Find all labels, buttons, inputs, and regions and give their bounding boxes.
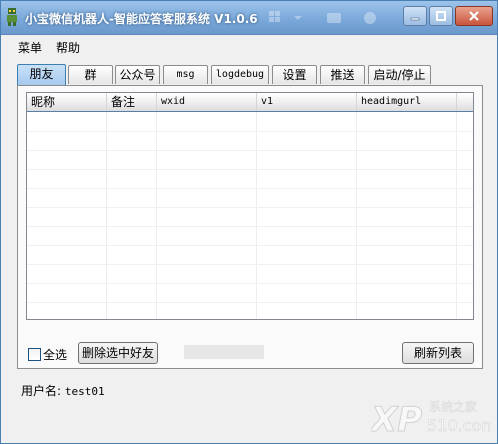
- grid-line: [106, 112, 107, 319]
- tab-groups[interactable]: 群: [68, 65, 113, 84]
- row-separator: [27, 150, 473, 151]
- skin-icon: [327, 13, 341, 23]
- close-icon: [469, 11, 479, 21]
- column-v1[interactable]: v1: [257, 93, 357, 111]
- delete-selected-friends-button[interactable]: 删除选中好友: [78, 342, 158, 364]
- column-wxid[interactable]: wxid: [157, 93, 257, 111]
- maximize-icon: [436, 11, 446, 21]
- friend-list[interactable]: 昵称 备注 wxid v1 headimgurl: [26, 92, 474, 320]
- row-separator: [27, 131, 473, 132]
- tab-msg[interactable]: msg: [163, 65, 208, 84]
- friends-panel: 昵称 备注 wxid v1 headimgurl 全选 删除选中好友 刷新列表: [17, 85, 483, 369]
- minimize-button[interactable]: [403, 6, 427, 26]
- row-separator: [27, 169, 473, 170]
- row-separator: [27, 207, 473, 208]
- row-separator: [27, 302, 473, 303]
- tab-friends[interactable]: 朋友: [17, 64, 66, 85]
- watermark-domain: 510.com: [427, 416, 491, 435]
- tab-logdebug[interactable]: logdebug: [211, 65, 269, 84]
- list-header: 昵称 备注 wxid v1 headimgurl: [27, 93, 473, 112]
- grid-line: [356, 112, 357, 319]
- row-separator: [27, 245, 473, 246]
- window-title: 小宝微信机器人-智能应答客服系统 V1.0.6: [25, 12, 258, 26]
- watermark-logo: XP 系统之家 510.com: [371, 399, 491, 437]
- tab-settings[interactable]: 设置: [272, 65, 317, 84]
- help-icon: [364, 12, 376, 24]
- grid-icon: [269, 11, 280, 22]
- chevron-down-icon: [294, 16, 302, 20]
- watermark-text: 系统之家: [429, 399, 477, 414]
- progress-bar: [184, 345, 264, 359]
- username-label: 用户名:: [21, 384, 62, 398]
- app-window: 小宝微信机器人-智能应答客服系统 V1.0.6 菜单 帮助 朋友 群 公众号 m…: [0, 0, 498, 444]
- row-separator: [27, 283, 473, 284]
- refresh-list-button[interactable]: 刷新列表: [402, 342, 474, 364]
- column-headimgurl[interactable]: headimgurl: [357, 93, 457, 111]
- tab-start-stop[interactable]: 启动/停止: [368, 65, 431, 84]
- row-separator: [27, 226, 473, 227]
- grid-line: [156, 112, 157, 319]
- close-button[interactable]: [455, 6, 493, 26]
- minimize-icon: [410, 17, 420, 21]
- select-all-label: 全选: [43, 348, 68, 362]
- tab-push[interactable]: 推送: [320, 65, 365, 84]
- username-status: 用户名: test01: [21, 382, 105, 399]
- select-all-checkbox[interactable]: 全选: [28, 346, 67, 363]
- menu-bar: 菜单 帮助: [1, 35, 497, 57]
- menu-item-menu[interactable]: 菜单: [18, 39, 42, 56]
- tab-official-accounts[interactable]: 公众号: [115, 65, 160, 84]
- robot-icon: [7, 8, 17, 26]
- username-value: test01: [64, 385, 105, 398]
- row-separator: [27, 264, 473, 265]
- column-nickname[interactable]: 昵称: [27, 93, 107, 111]
- row-separator: [27, 188, 473, 189]
- column-remark[interactable]: 备注: [107, 93, 157, 111]
- grid-line: [256, 112, 257, 319]
- svg-text:XP: XP: [371, 400, 422, 437]
- grid-line: [456, 112, 457, 319]
- maximize-button[interactable]: [429, 6, 453, 26]
- title-bar[interactable]: 小宝微信机器人-智能应答客服系统 V1.0.6: [1, 1, 497, 35]
- menu-item-help[interactable]: 帮助: [56, 39, 80, 56]
- checkbox-icon: [28, 348, 41, 361]
